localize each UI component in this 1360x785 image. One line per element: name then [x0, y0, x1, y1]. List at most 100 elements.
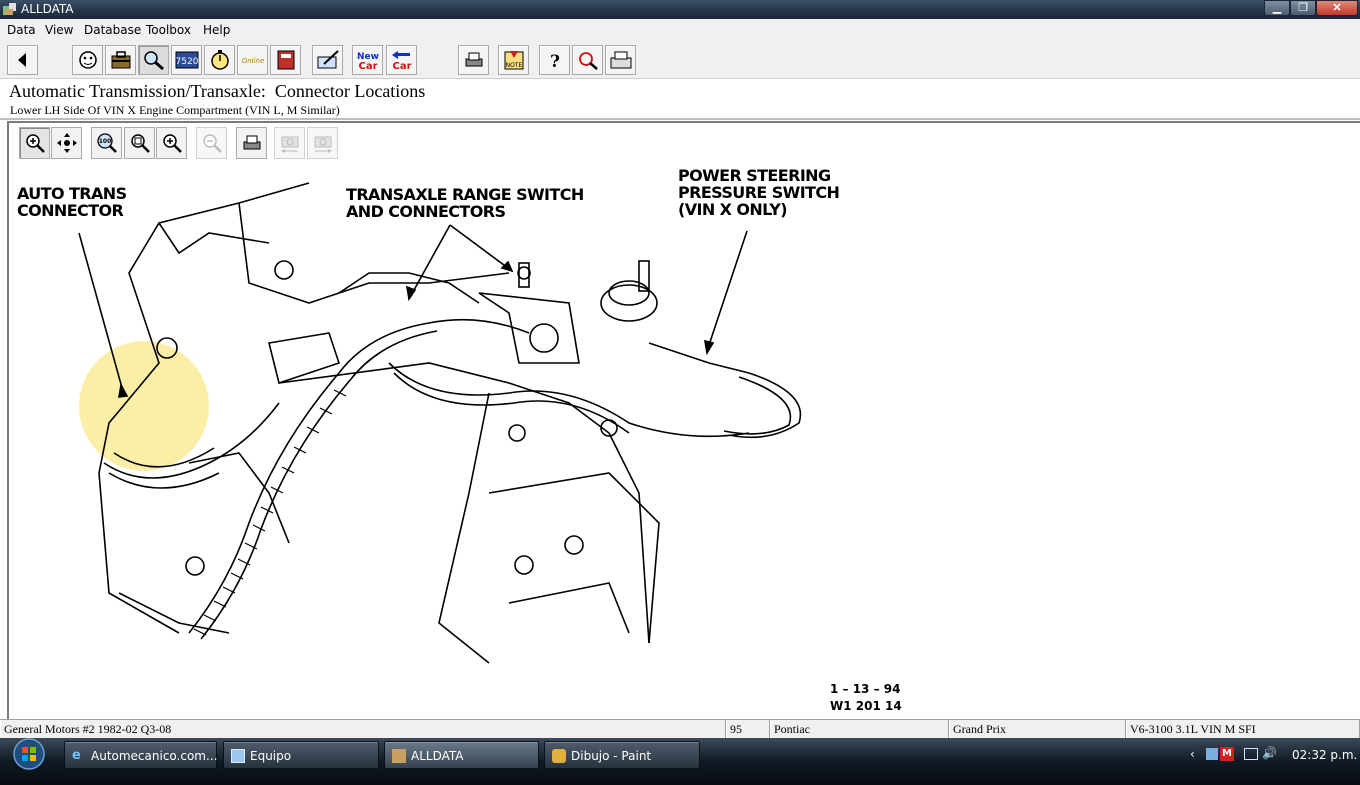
menu-database[interactable]: Database — [84, 23, 141, 37]
fax-icon — [610, 51, 632, 69]
clock[interactable]: 02:32 p.m. — [1292, 748, 1357, 762]
zoom-minus-icon — [203, 134, 222, 153]
back-arrow-icon — [18, 53, 26, 67]
search-tool-button[interactable] — [138, 45, 169, 75]
figure-code: W1 201 14 — [830, 699, 902, 713]
help-button[interactable]: ? — [539, 45, 570, 75]
magnifier-wrench-icon — [144, 51, 164, 71]
menu-help[interactable]: Help — [203, 23, 230, 37]
menu-view[interactable]: View — [45, 23, 73, 37]
zoom-in-icon — [26, 134, 45, 153]
fax-button[interactable] — [605, 45, 636, 75]
system-tray: ‹ M 🔊 02:32 p.m. — [1188, 741, 1360, 769]
prev-car-button[interactable]: Car — [386, 45, 417, 75]
status-bar: General Motors #2 1982-02 Q3-08 95 Ponti… — [0, 719, 1360, 739]
callout-range-switch: TRANSAXLE RANGE SWITCH AND CONNECTORS — [346, 185, 584, 221]
zoom-out-button[interactable] — [196, 127, 227, 159]
taskbar-item-browser[interactable]: e Automecanico.com... — [64, 741, 217, 769]
context-help-button[interactable] — [572, 45, 603, 75]
print-button[interactable] — [458, 45, 489, 75]
restore-icon: ❐ — [1298, 2, 1308, 14]
menu-data[interactable]: Data — [7, 23, 36, 37]
pan-tool-button[interactable] — [51, 127, 82, 159]
printer-icon — [243, 135, 261, 150]
show-hidden-icons-chevron-icon[interactable]: ‹ — [1190, 747, 1195, 761]
image-viewer: 100 AUTO TRANS CONNECTOR TRANSAXLE RANGE… — [7, 121, 1360, 719]
pan-arrows-icon — [57, 133, 77, 153]
zoom-100-button[interactable]: 100 — [91, 127, 122, 159]
volume-icon[interactable]: 🔊 — [1262, 746, 1277, 760]
zoom-in-tool-button[interactable] — [19, 127, 50, 159]
antivirus-icon[interactable]: M — [1220, 747, 1234, 761]
minimize-button[interactable]: ▁ — [1264, 0, 1290, 16]
connector-highlight — [79, 341, 209, 471]
online-button[interactable]: Online — [237, 45, 268, 75]
status-model: Grand Prix — [949, 720, 1126, 739]
callout-auto-trans-connector: AUTO TRANS CONNECTOR — [17, 184, 127, 220]
taskbar-item-paint[interactable]: Dibujo - Paint — [544, 741, 700, 769]
toolbox-button[interactable] — [105, 45, 136, 75]
close-button[interactable]: ✕ — [1316, 0, 1358, 16]
viewer-print-button[interactable] — [236, 127, 267, 159]
printer-icon — [465, 52, 483, 67]
vehicle-select-button[interactable] — [72, 45, 103, 75]
question-mark-icon: ? — [550, 52, 560, 71]
toolbox-icon — [111, 51, 131, 69]
alldata-icon — [392, 749, 406, 763]
page-title: Automatic Transmission/Transaxle: Connec… — [9, 81, 426, 101]
network-icon[interactable] — [1244, 748, 1258, 760]
zoom-fit-icon — [131, 134, 150, 153]
face-icon — [79, 51, 97, 69]
windows-taskbar: e Automecanico.com... Equipo ALLDATA Dib… — [0, 738, 1360, 785]
book-button[interactable] — [270, 45, 301, 75]
computer-icon — [231, 749, 245, 763]
online-icon: Online — [242, 57, 265, 65]
internet-explorer-icon: e — [72, 748, 81, 763]
status-database: General Motors #2 1982-02 Q3-08 — [0, 720, 726, 739]
main-toolbar: 7520 Online New Car Car NOTE ? — [0, 41, 1360, 79]
window-title: ALLDATA — [21, 2, 74, 16]
svg-text:Online: Online — [242, 57, 265, 65]
stopwatch-icon — [211, 50, 229, 70]
status-engine: V6-3100 3.1L VIN M SFI — [1126, 720, 1360, 739]
status-year: 95 — [726, 720, 770, 739]
note-icon: NOTE — [504, 51, 524, 70]
svg-text:?: ? — [550, 52, 560, 71]
svg-text:NOTE: NOTE — [506, 62, 523, 69]
code-7520-button[interactable]: 7520 — [171, 45, 202, 75]
book-icon — [277, 50, 295, 70]
minimize-icon: ▁ — [1272, 2, 1282, 14]
prev-image-button[interactable] — [274, 127, 305, 159]
title-bar: ALLDATA ▁ ❐ ✕ — [0, 0, 1360, 19]
connector-diagram: AUTO TRANS CONNECTOR TRANSAXLE RANGE SWI… — [9, 163, 1360, 719]
new-car-icon: NewCar — [357, 52, 379, 71]
start-button[interactable] — [7, 738, 51, 771]
zoom-100-icon: 100 — [97, 133, 117, 153]
svg-text:Car: Car — [358, 61, 377, 71]
back-button[interactable] — [7, 45, 38, 75]
tsb-button[interactable] — [312, 45, 343, 75]
menu-bar: Data View Database Toolbox Help — [0, 19, 1360, 41]
alldata-app-icon — [3, 3, 16, 15]
zoom-plus-icon — [163, 134, 182, 153]
camera-prev-icon — [281, 136, 299, 153]
next-image-button[interactable] — [307, 127, 338, 159]
new-car-button[interactable]: New Car — [352, 45, 383, 75]
network-user-icon[interactable] — [1206, 748, 1218, 760]
viewer-toolbar: 100 — [9, 123, 1360, 161]
return-car-icon: Car — [392, 51, 412, 71]
pen-paper-icon — [317, 50, 339, 69]
maximize-button[interactable]: ❐ — [1290, 0, 1316, 16]
timer-button[interactable] — [204, 45, 235, 75]
engine-compartment-illustration — [78, 182, 802, 664]
taskbar-item-alldata[interactable]: ALLDATA — [384, 741, 539, 769]
note-button[interactable]: NOTE — [498, 45, 529, 75]
page-subtitle: Lower LH Side Of VIN X Engine Compartmen… — [10, 103, 340, 117]
figure-date: 1 – 13 – 94 — [830, 682, 901, 696]
zoom-fit-button[interactable] — [124, 127, 155, 159]
taskbar-item-computer[interactable]: Equipo — [223, 741, 379, 769]
zoom-in-button[interactable] — [156, 127, 187, 159]
calculator-icon: 7520 — [175, 51, 199, 69]
menu-toolbox[interactable]: Toolbox — [146, 23, 191, 37]
svg-text:7520: 7520 — [176, 57, 199, 67]
